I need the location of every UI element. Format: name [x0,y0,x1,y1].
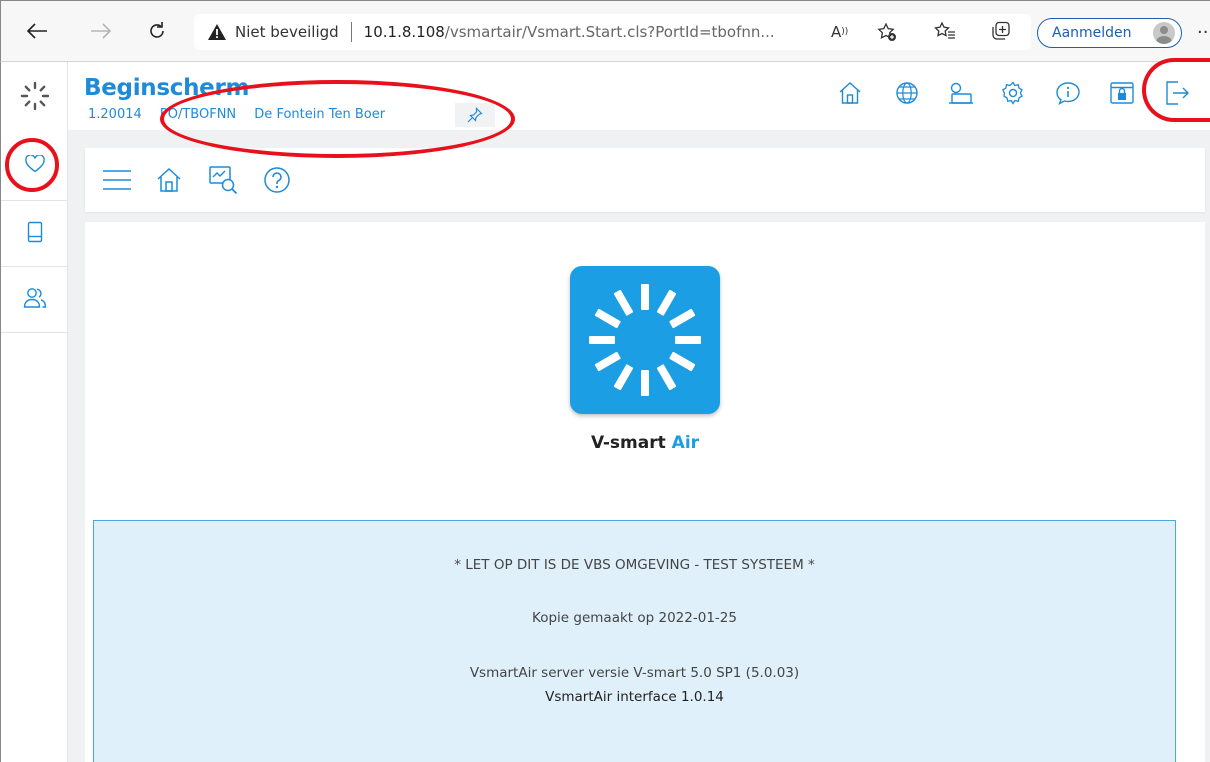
home-icon[interactable] [833,76,867,110]
forward-arrow-icon[interactable] [85,15,117,47]
notice-interface-version: VsmartAir interface 1.0.14 [545,689,724,705]
context-line: 1.20014 PO/TBOFNN De Fontein Ten Boer [88,107,399,122]
user-screen-icon[interactable] [943,76,977,110]
users-icon[interactable] [1,278,68,318]
book-icon[interactable] [1,212,68,252]
browser-toolbar: Niet beveiligd 10.1.8.108/vsmartair/Vsma… [0,0,1210,62]
globe-icon[interactable] [890,76,924,110]
read-aloud-icon[interactable]: A)) [831,14,848,50]
vsmart-air-logo [570,266,720,414]
logout-icon[interactable] [1160,76,1194,110]
pin-icon[interactable] [455,103,495,127]
rail-divider [1,332,68,333]
home-icon[interactable] [151,162,187,198]
notice-copy-date: Kopie gemaakt op 2022-01-25 [532,610,737,626]
collections-icon[interactable] [987,17,1015,45]
help-icon[interactable] [259,162,295,198]
security-status: Niet beveiligd [235,23,339,41]
environment-notice: * LET OP DIT IS DE VBS OMGEVING - TEST S… [93,520,1176,762]
version-label: 1.20014 [88,107,142,122]
gear-icon[interactable] [996,76,1030,110]
notice-warning: * LET OP DIT IS DE VBS OMGEVING - TEST S… [454,557,815,573]
profile-avatar-icon [1153,22,1175,44]
product-name: V-smart Air [590,433,700,453]
vsmart-logo-icon[interactable] [1,74,68,118]
add-favorite-icon[interactable] [877,14,897,50]
left-rail [0,62,68,762]
org-code[interactable]: PO/TBOFNN [160,107,236,122]
favorites-icon[interactable] [931,17,959,45]
notice-server-version: VsmartAir server versie V-smart 5.0 SP1 … [469,665,800,681]
lock-screen-icon[interactable] [1105,76,1139,110]
refresh-icon[interactable] [141,15,173,47]
page-toolbar [85,148,1205,212]
more-options-icon[interactable]: ··· [1197,22,1210,43]
back-arrow-icon[interactable] [21,15,53,47]
app-header: Beginscherm 1.20014 PO/TBOFNN De Fontein… [68,62,1210,130]
heart-icon[interactable] [1,144,68,184]
menu-icon[interactable] [99,162,135,198]
url-divider [350,22,352,42]
page-title: Beginscherm [84,75,250,101]
rail-divider [1,200,68,201]
url-text: 10.1.8.108/vsmartair/Vsmart.Start.cls?Po… [363,23,775,41]
signin-button[interactable]: Aanmelden [1037,18,1182,48]
info-icon[interactable] [1051,76,1085,110]
screen-search-icon[interactable] [205,162,241,198]
signin-label: Aanmelden [1052,25,1132,41]
rail-divider [1,266,68,267]
address-bar[interactable]: Niet beveiligd 10.1.8.108/vsmartair/Vsma… [194,14,1031,50]
org-name[interactable]: De Fontein Ten Boer [254,107,385,122]
warning-icon [208,24,226,40]
